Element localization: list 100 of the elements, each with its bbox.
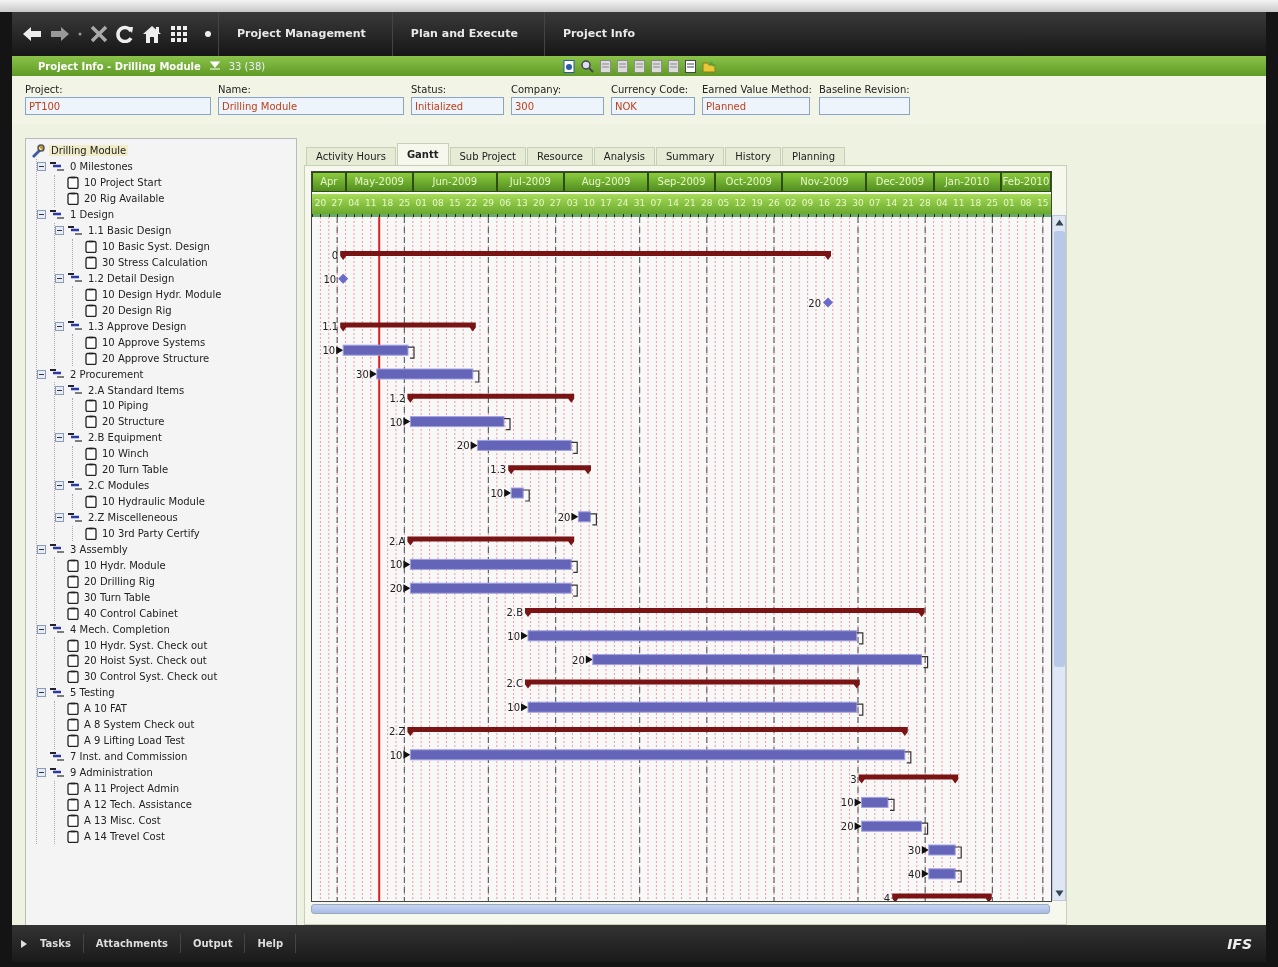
tree-item[interactable]: 10 Hydr. Syst. Check out xyxy=(82,639,210,651)
page-icon[interactable] xyxy=(685,59,697,73)
collapse-icon[interactable] xyxy=(37,162,46,172)
horizontal-scrollbar[interactable] xyxy=(311,904,1050,914)
task-bar[interactable] xyxy=(921,844,962,859)
tree-item[interactable]: A 14 Trevel Cost xyxy=(82,830,167,842)
tree-item[interactable]: 10 Winch xyxy=(100,448,151,460)
document-icon[interactable] xyxy=(634,59,646,73)
scroll-down-icon[interactable] xyxy=(1054,890,1064,897)
task-bar[interactable] xyxy=(854,796,895,811)
tree-item[interactable]: 1.3 Approve Design xyxy=(86,320,189,332)
tree-item[interactable]: 10 Hydraulic Module xyxy=(100,496,207,508)
collapse-icon[interactable] xyxy=(55,273,64,283)
collapse-icon[interactable] xyxy=(55,433,64,443)
input-field[interactable]: Drilling Module xyxy=(218,97,404,115)
summary-bar[interactable] xyxy=(525,608,925,617)
tree-item[interactable]: 20 Drilling Rig xyxy=(82,575,157,587)
tree-item[interactable]: 40 Control Cabinet xyxy=(82,607,180,619)
input-field[interactable]: 300 xyxy=(511,97,604,115)
task-bar[interactable] xyxy=(336,344,415,359)
summary-bar[interactable] xyxy=(508,465,591,475)
summary-bar[interactable] xyxy=(858,774,959,784)
document-icon[interactable] xyxy=(600,59,612,73)
input-field[interactable] xyxy=(818,97,910,115)
summary-bar[interactable] xyxy=(892,893,992,901)
tree-item[interactable]: 5 Testing xyxy=(68,687,117,699)
tree-item[interactable]: 2 Procurement xyxy=(68,368,146,380)
tab[interactable]: Sub Project xyxy=(449,147,526,165)
collapse-icon[interactable] xyxy=(55,321,64,331)
tab[interactable]: Activity Hours xyxy=(306,147,396,165)
task-bar[interactable] xyxy=(854,820,929,835)
task-bar[interactable] xyxy=(921,868,962,883)
tree-item[interactable]: 1.1 Basic Design xyxy=(86,225,174,237)
document-icon[interactable] xyxy=(668,59,680,73)
summary-bar[interactable] xyxy=(407,536,575,546)
collapse-icon[interactable] xyxy=(55,513,64,523)
task-bar[interactable] xyxy=(403,416,511,431)
bottom-tab[interactable]: Output xyxy=(181,934,246,953)
vertical-scrollbar[interactable] xyxy=(1052,215,1066,901)
task-bar[interactable] xyxy=(369,368,480,383)
scroll-up-icon[interactable] xyxy=(1054,219,1064,226)
tab[interactable]: Resource xyxy=(526,147,593,165)
tree-item[interactable]: 2.A Standard Items xyxy=(86,384,187,396)
input-field[interactable]: PT100 xyxy=(25,97,211,115)
collapse-icon[interactable] xyxy=(55,481,64,491)
tab[interactable]: History xyxy=(725,147,781,165)
forward-arrow-icon[interactable] xyxy=(50,25,70,43)
tree-item[interactable]: 20 Approve Structure xyxy=(100,352,212,364)
tree-item[interactable]: 10 Basic Syst. Design xyxy=(100,241,212,253)
tree-item[interactable]: 10 Approve Systems xyxy=(100,336,208,348)
tree-item[interactable]: 2.B Equipment xyxy=(86,432,164,444)
tree-item[interactable]: A 13 Misc. Cost xyxy=(82,814,163,826)
tree-item[interactable]: 9 Administration xyxy=(68,767,155,779)
collapse-icon[interactable] xyxy=(55,226,64,236)
tab[interactable]: Planning xyxy=(781,147,845,165)
tree-item[interactable]: 10 Design Hydr. Module xyxy=(100,288,224,300)
tree-item[interactable]: A 11 Project Admin xyxy=(82,782,182,794)
tree-item[interactable]: 20 Rig Available xyxy=(82,193,167,205)
refresh-icon[interactable] xyxy=(116,25,134,43)
milestone-marker[interactable] xyxy=(823,297,833,308)
tree-item[interactable]: 3 Assembly xyxy=(68,543,130,555)
home-icon[interactable] xyxy=(142,24,162,44)
input-field[interactable]: Planned xyxy=(702,97,810,115)
tree-item[interactable]: 1 Design xyxy=(68,209,117,221)
tree-item[interactable]: 1.2 Detail Design xyxy=(86,272,177,284)
summary-bar[interactable] xyxy=(525,679,860,689)
tree-item[interactable]: 20 Hoist Syst. Check out xyxy=(82,655,209,667)
tree-item[interactable]: A 8 System Check out xyxy=(82,719,197,731)
tree-item[interactable]: 7 Inst. and Commission xyxy=(68,751,190,763)
tree-item[interactable]: 2.Z Miscelleneous xyxy=(86,512,180,524)
tree-item[interactable]: 30 Control Syst. Check out xyxy=(82,671,220,683)
tree-item[interactable]: 4 Mech. Completion xyxy=(68,623,172,635)
tree-item[interactable]: 20 Turn Table xyxy=(100,464,171,476)
tree-item[interactable]: 0 Milestones xyxy=(68,161,135,173)
bottom-tab[interactable]: Help xyxy=(245,934,297,953)
tree-item[interactable]: A 10 FAT xyxy=(82,703,129,715)
tree-item[interactable]: 10 Hydr. Module xyxy=(82,559,168,571)
tree-item[interactable]: 10 Piping xyxy=(100,400,151,412)
tab[interactable]: Summary xyxy=(656,147,725,165)
input-field[interactable]: NOK xyxy=(611,97,695,115)
summary-bar[interactable] xyxy=(340,322,476,332)
tree-item[interactable]: 30 Stress Calculation xyxy=(100,257,210,269)
collapse-icon[interactable] xyxy=(37,544,46,554)
summary-bar[interactable] xyxy=(407,393,575,403)
collapse-icon[interactable] xyxy=(37,768,46,778)
search-icon[interactable] xyxy=(581,59,595,73)
close-icon[interactable] xyxy=(90,25,108,43)
tree-item[interactable]: Drilling Module xyxy=(49,145,129,157)
collapse-icon[interactable] xyxy=(37,210,46,220)
bottom-tab[interactable]: Tasks xyxy=(28,934,84,953)
back-arrow-icon[interactable] xyxy=(22,25,42,43)
grid-icon[interactable] xyxy=(170,25,188,43)
task-bar[interactable] xyxy=(470,439,578,454)
collapse-icon[interactable] xyxy=(37,369,46,379)
tree-item[interactable]: 20 Structure xyxy=(100,416,167,428)
tree-item[interactable]: 10 Project Start xyxy=(82,177,164,189)
tab[interactable]: Analysis xyxy=(593,147,655,165)
play-icon[interactable] xyxy=(20,938,28,949)
input-field[interactable]: Initialized xyxy=(411,97,504,115)
bottom-tab[interactable]: Attachments xyxy=(83,934,181,953)
